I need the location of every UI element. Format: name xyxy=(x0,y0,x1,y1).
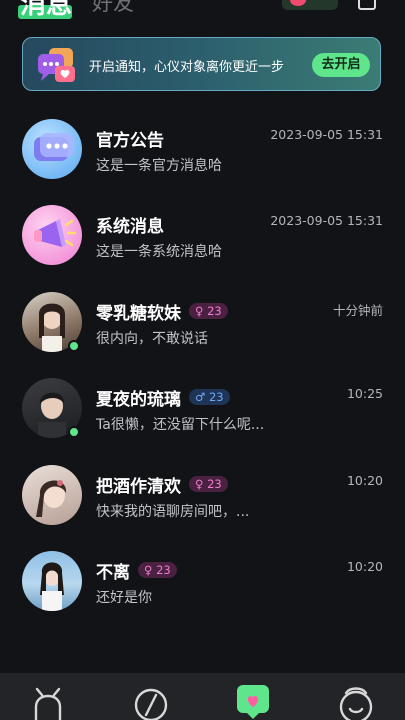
notification-banner[interactable]: 开启通知，心仪对象离你更近一步 去开启 xyxy=(22,37,381,91)
age: 23 xyxy=(207,476,222,491)
conversation-item[interactable]: 官方公告 2023-09-05 15:31 这是一条官方消息哈 xyxy=(0,115,405,201)
chat-bubbles-icon xyxy=(38,48,75,82)
announcement-icon xyxy=(34,133,74,161)
alarm-bell-icon[interactable] xyxy=(28,683,68,720)
tab-friends[interactable]: 好友 xyxy=(92,0,134,17)
gender-age-badge: ♀ 23 xyxy=(138,561,177,578)
bottom-nav xyxy=(0,673,405,720)
conversation-time: 十分钟前 xyxy=(332,302,383,318)
conversation-time: 2023-09-05 15:31 xyxy=(270,213,383,229)
avatar xyxy=(22,464,82,525)
conversation-preview: 很内向，不敢说话 xyxy=(96,330,208,347)
conversation-preview: Ta很懒，还没留下什么呢... xyxy=(96,417,265,434)
conversation-name: 夏夜的琉璃 xyxy=(96,390,181,411)
conversation-name: 零乳糖软妹 xyxy=(96,303,181,324)
megaphone-icon xyxy=(34,219,77,248)
age: 23 xyxy=(207,303,222,318)
conversation-time: 10:25 xyxy=(346,386,383,402)
conversation-time: 10:20 xyxy=(346,472,383,488)
contacts-icon[interactable] xyxy=(358,0,376,10)
gender-age-badge: ♀ 23 xyxy=(189,475,228,492)
conversation-item[interactable]: 零乳糖软妹 ♀ 23 十分钟前 很内向，不敢说话 xyxy=(0,288,405,374)
female-icon: ♀ xyxy=(195,476,204,491)
tab-messages[interactable]: 消息 xyxy=(17,0,73,20)
enable-notification-button[interactable]: 去开启 xyxy=(312,53,370,77)
messages-tab-icon[interactable] xyxy=(233,683,273,720)
profile-face-icon[interactable] xyxy=(336,683,376,720)
conversation-item[interactable]: 不离 ♀ 23 10:20 还好是你 xyxy=(0,547,405,633)
conversation-preview: 这是一条系统消息哈 xyxy=(96,244,222,261)
conversation-item[interactable]: 把酒作清欢 ♀ 23 10:20 快来我的语聊房间吧，... xyxy=(0,461,405,547)
banner-text: 开启通知，心仪对象离你更近一步 xyxy=(89,60,285,75)
online-indicator xyxy=(68,426,80,439)
conversation-list: 官方公告 2023-09-05 15:31 这是一条官方消息哈 系统消息 202… xyxy=(0,115,405,633)
user-photo xyxy=(36,479,67,517)
female-icon: ♀ xyxy=(195,303,204,318)
avatar xyxy=(22,550,82,611)
conversation-name: 把酒作清欢 xyxy=(96,476,181,497)
online-indicator xyxy=(68,339,80,352)
conversation-name: 官方公告 xyxy=(96,131,164,151)
top-bar: 消息 好友 xyxy=(0,0,405,20)
conversation-item[interactable]: 夏夜的琉璃 ♂ 23 10:25 Ta很懒，还没留下什么呢... xyxy=(0,374,405,460)
compass-icon[interactable] xyxy=(131,683,171,720)
match-button[interactable] xyxy=(282,0,338,10)
age: 23 xyxy=(156,562,171,577)
conversation-preview: 快来我的语聊房间吧，... xyxy=(96,503,250,520)
avatar xyxy=(22,205,82,266)
gender-age-badge: ♂ 23 xyxy=(189,389,230,406)
conversation-name: 系统消息 xyxy=(96,217,164,238)
conversation-preview: 这是一条官方消息哈 xyxy=(96,158,222,174)
conversation-preview: 还好是你 xyxy=(96,589,152,606)
female-icon: ♀ xyxy=(144,562,153,577)
avatar xyxy=(22,119,82,179)
gender-age-badge: ♀ 23 xyxy=(189,302,228,319)
conversation-name: 不离 xyxy=(96,562,130,583)
conversation-time: 2023-09-05 15:31 xyxy=(270,127,383,142)
user-photo xyxy=(40,562,64,611)
conversation-time: 10:20 xyxy=(346,558,383,574)
conversation-item[interactable]: 系统消息 2023-09-05 15:31 这是一条系统消息哈 xyxy=(0,201,405,287)
age: 23 xyxy=(208,390,224,405)
male-icon: ♂ xyxy=(195,390,206,405)
